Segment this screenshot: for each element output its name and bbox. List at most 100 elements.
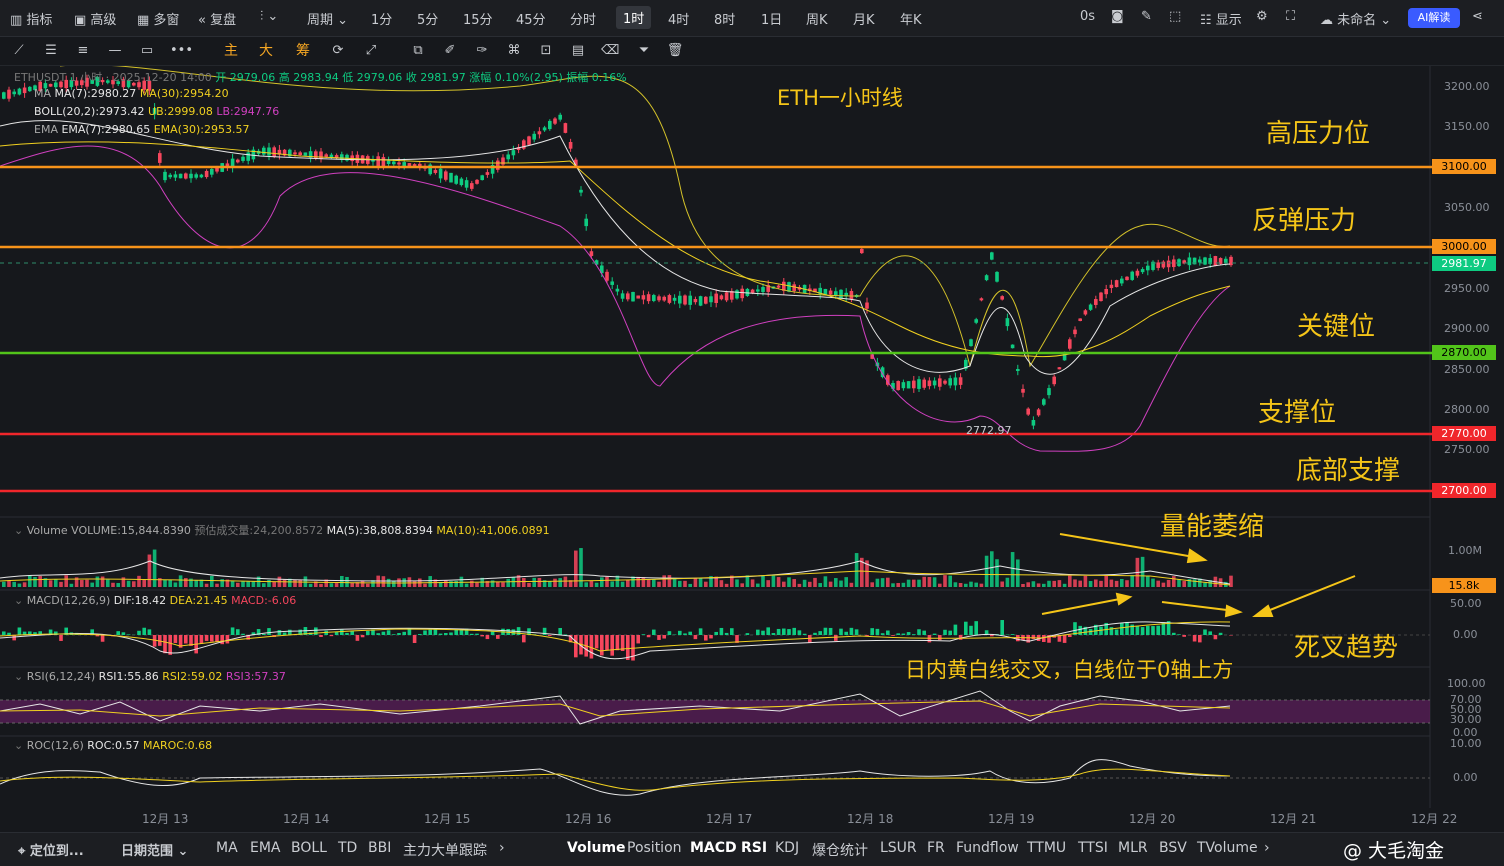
countdown-button[interactable]: 0s [1080, 9, 1095, 24]
replay-button[interactable]: « 复盘 [198, 9, 236, 28]
advanced-button[interactable]: ▣ 高级 [74, 9, 116, 28]
candle-body-113 [590, 251, 594, 256]
trend-line-icon[interactable]: ⟋ [10, 42, 28, 60]
candle-body-103 [538, 131, 542, 134]
sync-icon[interactable]: ⟳ [329, 42, 347, 60]
highlighter-icon[interactable]: ✑ [473, 42, 491, 60]
eraser-icon[interactable]: ⌫ [601, 42, 619, 60]
roc-collapse-icon[interactable]: ⌄ [14, 739, 23, 752]
macd-bar-100 [522, 635, 526, 642]
horizontal-line-icon[interactable]: — [106, 42, 124, 60]
ind-lsur[interactable]: LSUR [880, 840, 917, 856]
trash-icon[interactable]: 🗑 [666, 42, 684, 60]
ind-tvolume[interactable]: TVolume [1197, 840, 1258, 856]
locate-button[interactable]: ⌖ 定位到... [18, 840, 84, 859]
macd-bar-77 [402, 632, 406, 635]
ind-position[interactable]: Position [627, 840, 682, 856]
candle-body-209 [1089, 305, 1093, 310]
tf-month[interactable]: 月K [853, 9, 875, 28]
volume-bar-1 [7, 580, 11, 587]
candle-body-126 [657, 296, 661, 300]
ind-ma[interactable]: MA [216, 840, 238, 856]
main-force-button[interactable]: 主 [222, 42, 240, 60]
volume-bar-96 [501, 582, 505, 587]
volume-bar-26 [137, 576, 141, 587]
ind-td[interactable]: TD [338, 840, 357, 856]
macd-bar-221 [1151, 626, 1155, 635]
tf-year[interactable]: 年K [900, 9, 922, 28]
rsi-collapse-icon[interactable]: ⌄ [14, 670, 23, 683]
tf-1h[interactable]: 1时 [616, 6, 651, 29]
tf-1d[interactable]: 1日 [761, 9, 782, 28]
volume-bar-91 [475, 583, 479, 587]
ind-boll[interactable]: BOLL [291, 840, 327, 856]
volume-bar-13 [70, 584, 74, 587]
more-tools-icon[interactable]: ••• [170, 42, 188, 60]
ind-macd[interactable]: MACD [690, 840, 737, 856]
magnet-icon[interactable]: ⌘ [505, 42, 523, 60]
tf-15m[interactable]: 15分 [463, 9, 493, 28]
chart-type-button[interactable]: ⫶ ⌄ [260, 9, 278, 24]
tf-5m[interactable]: 5分 [417, 9, 438, 28]
arrow-macd-up [1042, 598, 1125, 614]
pen-icon[interactable]: ✎ [1141, 9, 1152, 24]
macd-collapse-icon[interactable]: ⌄ [14, 594, 23, 607]
tf-week[interactable]: 周K [806, 9, 828, 28]
ind-volume[interactable]: Volume [567, 840, 626, 856]
ind-bbi[interactable]: BBI [368, 840, 391, 856]
volume-bar-153 [798, 584, 802, 587]
ind-bsv[interactable]: BSV [1159, 840, 1187, 856]
ai-interpret-button[interactable]: AI解读 [1408, 8, 1460, 28]
multi-window-button[interactable]: ▦ 多窗 [137, 9, 179, 28]
ind-ema[interactable]: EMA [250, 840, 281, 856]
ind-fundflow[interactable]: Fundflow [956, 840, 1019, 856]
rectangle-icon[interactable]: ▭ [138, 42, 156, 60]
share-icon[interactable]: ⋖ [1472, 9, 1483, 24]
candle-body-31 [163, 172, 167, 180]
chips-button[interactable]: 筹 [294, 42, 312, 60]
volume-bar-231 [1203, 583, 1207, 587]
copy-icon[interactable]: ⧉ [409, 42, 427, 60]
ind-mlr[interactable]: MLR [1118, 840, 1148, 856]
ind-ttmu[interactable]: TTMU [1027, 840, 1066, 856]
layout-dropdown[interactable]: ☁ 未命名 ⌄ [1320, 9, 1391, 28]
period-dropdown[interactable]: 周期 ⌄ [307, 9, 348, 28]
ind-fr[interactable]: FR [927, 840, 945, 856]
note-icon[interactable]: ▤ [569, 42, 587, 60]
tf-4h[interactable]: 4时 [668, 9, 689, 28]
display-button[interactable]: ☷ 显示 [1200, 9, 1242, 28]
chevron-right-icon[interactable]: › [499, 840, 505, 856]
chevron-right-icon-2[interactable]: › [1264, 840, 1270, 856]
brush-icon[interactable]: ✐ [441, 42, 459, 60]
volume-bar-120 [626, 580, 630, 587]
expand-icon[interactable]: ⬚ [1169, 9, 1181, 24]
fullscreen-icon[interactable]: ⛶ [1286, 9, 1295, 24]
parallel-channel-icon[interactable]: ≡ [74, 42, 92, 60]
ind-main-order[interactable]: 主力大单跟踪 [403, 840, 487, 860]
macd-bar-86 [449, 632, 453, 635]
ind-liquidation[interactable]: 爆仓统计 [812, 840, 868, 860]
volume-collapse-icon[interactable]: ⌄ [14, 524, 23, 537]
lock-icon[interactable]: ⊡ [537, 42, 555, 60]
camera-icon[interactable]: ◙ [1111, 9, 1124, 24]
volume-bar-222 [1156, 581, 1160, 587]
ma-prefix: MA [34, 87, 51, 100]
tf-1m[interactable]: 1分 [371, 9, 392, 28]
indicators-button[interactable]: ▥ 指标 [10, 9, 52, 28]
settings-icon[interactable]: ⚙ [1256, 9, 1268, 24]
tf-45m[interactable]: 45分 [516, 9, 546, 28]
ind-kdj[interactable]: KDJ [775, 840, 799, 856]
volume-bar-146 [761, 576, 765, 587]
ind-ttsi[interactable]: TTSI [1078, 840, 1108, 856]
horizontal-lines-icon[interactable]: ☰ [42, 42, 60, 60]
tf-timeshare[interactable]: 分时 [570, 9, 596, 28]
chart-area[interactable]: ETHUSDT 1 小时 · 2025-12-20 14:00 开 2979.0… [0, 66, 1504, 832]
tf-8h[interactable]: 8时 [714, 9, 735, 28]
filter-icon[interactable]: ⏷ [635, 42, 653, 60]
date-range-dropdown[interactable]: 日期范围 ⌄ [121, 840, 188, 859]
big-order-button[interactable]: 大 [257, 42, 275, 60]
measure-icon[interactable]: ⤢ [362, 42, 380, 60]
volume-bar-170 [886, 578, 890, 587]
volume-bar-82 [428, 576, 432, 587]
ind-rsi[interactable]: RSI [741, 840, 767, 856]
